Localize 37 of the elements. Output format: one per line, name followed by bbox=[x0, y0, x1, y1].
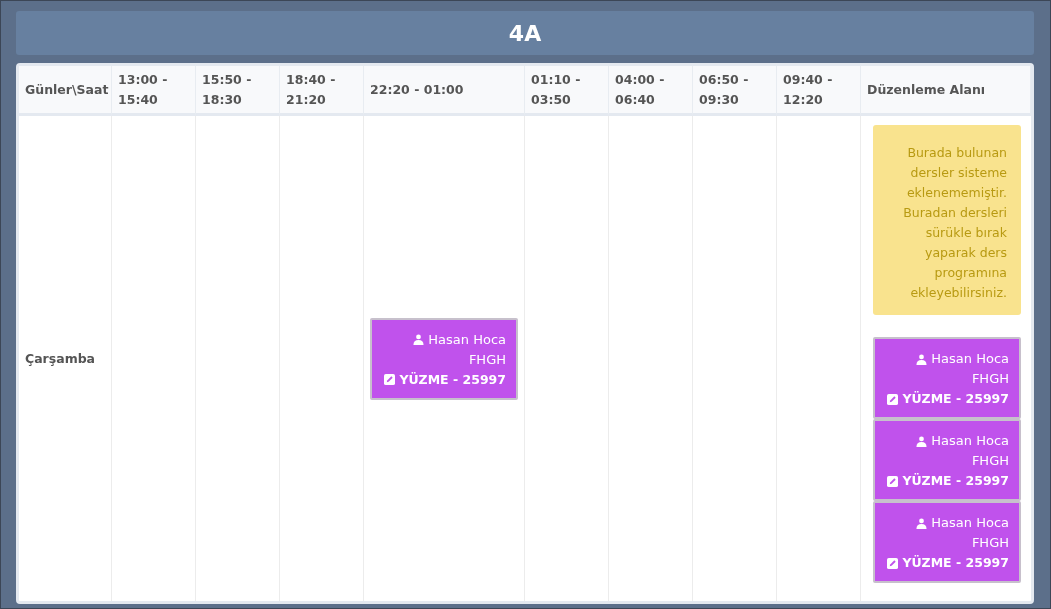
column-header: 06:50 - 09:30 bbox=[693, 66, 777, 116]
column-header: 13:00 - 15:40 bbox=[112, 66, 196, 116]
edit-icon bbox=[887, 393, 899, 405]
lesson-code: FHGH bbox=[468, 350, 506, 369]
person-icon bbox=[916, 435, 928, 447]
column-header: 01:10 - 03:50 bbox=[525, 66, 609, 116]
teacher-name: Hasan Hoca bbox=[916, 513, 1009, 533]
class-title: 4A bbox=[508, 20, 542, 46]
column-header: 04:00 - 06:40 bbox=[609, 66, 693, 116]
column-header: 15:50 - 18:30 bbox=[196, 66, 280, 116]
lesson-card[interactable]: Hasan Hoca FHGH YÜZME - 25997 bbox=[873, 337, 1021, 419]
teacher-name: Hasan Hoca bbox=[413, 329, 506, 350]
edit-icon bbox=[887, 557, 899, 569]
lesson-code: FHGH bbox=[971, 370, 1009, 388]
lesson-code: FHGH bbox=[971, 534, 1009, 552]
edit-icon bbox=[887, 475, 899, 487]
column-header: 22:20 - 01:00 bbox=[364, 66, 525, 116]
course-name: YÜZME - 25997 bbox=[384, 369, 506, 390]
edit-icon bbox=[384, 374, 396, 385]
person-icon bbox=[413, 334, 425, 345]
info-note: Burada bulunan dersler sisteme eklenememiştir. Buradan dersleri sürükle bırak yaparak ders programına ekleyebilirsiniz. bbox=[873, 125, 1021, 315]
column-header: 09:40 - 12:20 bbox=[777, 66, 861, 116]
lesson-card[interactable]: Hasan Hoca FHGH YÜZME - 25997 bbox=[873, 501, 1021, 583]
person-icon bbox=[916, 353, 928, 365]
teacher-name: Hasan Hoca bbox=[916, 431, 1009, 451]
course-name: YÜZME - 25997 bbox=[887, 553, 1009, 573]
teacher-name: Hasan Hoca bbox=[916, 349, 1009, 369]
course-name: YÜZME - 25997 bbox=[887, 471, 1009, 491]
day-cell: Çarşamba bbox=[19, 116, 112, 601]
lesson-code: FHGH bbox=[971, 452, 1009, 470]
lesson-card[interactable]: Hasan Hoca FHGH YÜZME - 25997 bbox=[370, 317, 518, 400]
person-icon bbox=[916, 517, 928, 529]
column-header: Günler\Saat bbox=[19, 66, 112, 116]
course-name: YÜZME - 25997 bbox=[887, 389, 1009, 409]
column-header: 18:40 - 21:20 bbox=[280, 66, 364, 116]
column-header: Düzenleme Alanı bbox=[861, 66, 1031, 116]
lesson-card[interactable]: Hasan Hoca FHGH YÜZME - 25997 bbox=[873, 419, 1021, 501]
